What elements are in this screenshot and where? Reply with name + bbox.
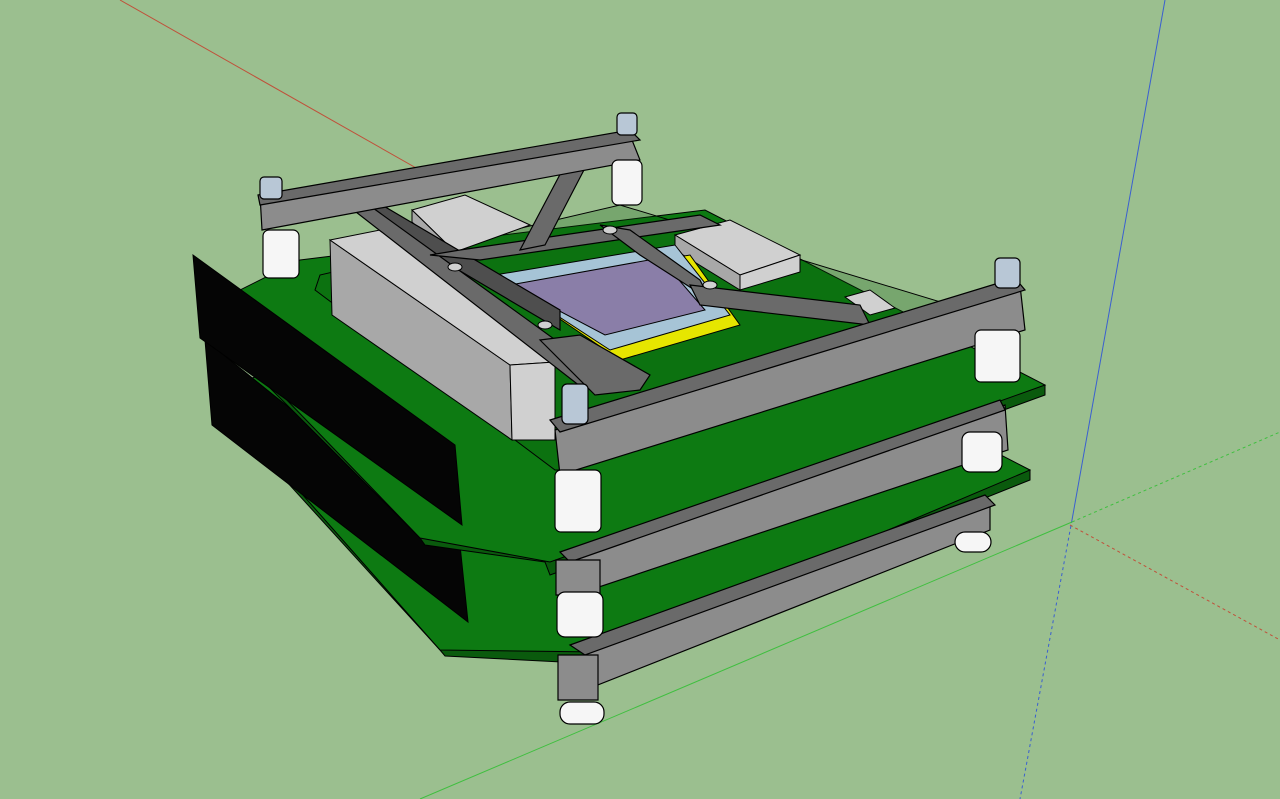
pin — [561, 383, 589, 425]
pin — [616, 112, 638, 136]
standoff — [611, 159, 643, 206]
pin — [259, 176, 283, 200]
screw-hole — [537, 320, 553, 330]
pin — [994, 257, 1021, 289]
standoff — [559, 701, 605, 725]
heatsink-block-left-front — [509, 361, 556, 441]
sketch-viewport[interactable] — [0, 0, 1280, 799]
middle-frame-end — [555, 559, 601, 596]
screw-hole — [702, 280, 718, 290]
3d-model-scene — [0, 0, 1280, 799]
standoff — [262, 229, 300, 279]
lower-frame-end — [557, 654, 599, 701]
screw-hole — [447, 262, 463, 272]
standoff — [974, 329, 1021, 383]
standoff — [554, 469, 602, 533]
standoff — [954, 531, 992, 553]
standoff — [961, 431, 1003, 473]
screw-hole — [602, 225, 618, 235]
standoff — [556, 591, 604, 638]
